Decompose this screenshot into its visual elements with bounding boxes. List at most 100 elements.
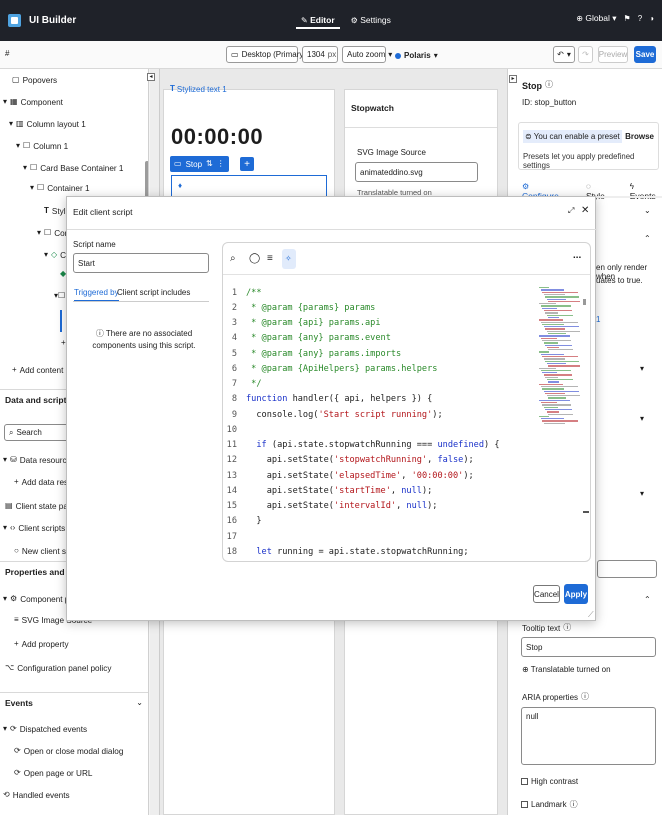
search-icon[interactable]: ⌕ xyxy=(230,254,236,264)
width-input[interactable]: 1304 px xyxy=(302,46,338,63)
search-input[interactable]: ⌕ Search xyxy=(4,424,74,441)
events-heading[interactable]: Events ⌄ xyxy=(0,692,148,712)
add-component-icon[interactable]: + xyxy=(240,157,254,171)
stylized-text-tag[interactable]: T Stylized text 1 xyxy=(170,85,227,95)
code-line[interactable]: 17 xyxy=(223,529,543,544)
selected-container[interactable]: ♦ xyxy=(171,175,327,197)
tree-item-column[interactable]: ▾ ☐ Column 1 xyxy=(16,139,68,153)
client-scripts-item[interactable]: ▾ ‹› Client scripts xyxy=(3,521,65,535)
preview-button[interactable]: Preview xyxy=(598,46,628,63)
collapse-panel-icon[interactable]: ▸ xyxy=(509,75,517,83)
code-line[interactable]: 5 * @param {any} params.imports xyxy=(223,346,543,361)
dropdown-arrow-icon[interactable]: ▾ xyxy=(640,490,644,498)
chevron-down-icon[interactable]: ⌄ xyxy=(644,207,651,215)
format-icon[interactable]: ≡ xyxy=(267,254,273,264)
line-number: 13 xyxy=(226,470,237,481)
add-property-button[interactable]: + Add property xyxy=(14,637,69,651)
tree-item-card-container[interactable]: ▾ ☐ Card Base Container 1 xyxy=(23,161,123,175)
code-line[interactable]: 3 * @param {api} params.api xyxy=(223,316,543,331)
handled-events-item[interactable]: ⟲ Handled events xyxy=(3,788,70,802)
tree-item-component[interactable]: ▾ ▦ Component xyxy=(3,95,63,109)
resize-handle-icon[interactable]: ⟋ xyxy=(588,611,594,619)
tree-item-container[interactable]: ▾ ☐ Container 1 xyxy=(30,181,90,195)
tab-triggered-by[interactable]: Triggered by xyxy=(74,288,119,301)
code-line[interactable]: 15 api.setState('intervalId', null); xyxy=(223,499,543,514)
expand-icon: ▾ xyxy=(3,724,8,733)
code-editor[interactable]: ⌕ ◯ ≡ ✧ ⋯ 1 /** 2 * @param {params} params… xyxy=(222,242,591,562)
info-icon[interactable]: ⓘ xyxy=(545,81,553,91)
dropdown-arrow-icon[interactable]: ▾ xyxy=(640,365,644,373)
save-button[interactable]: Save xyxy=(634,46,656,63)
preset-enable-link[interactable]: ⊜ You can enable a preset xyxy=(523,130,622,143)
tab-settings[interactable]: ⚙ Settings xyxy=(346,13,396,29)
info-icon: ⓘ xyxy=(95,329,104,338)
apply-button[interactable]: Apply xyxy=(564,584,588,604)
info-icon[interactable]: ⓘ xyxy=(581,693,589,702)
landmark-checkbox[interactable]: Landmark ⓘ xyxy=(521,800,578,809)
code-line[interactable]: 16 } xyxy=(223,514,543,529)
code-line[interactable]: 14 api.setState('startTime', null); xyxy=(223,483,543,498)
add-content-button[interactable]: + Add content xyxy=(12,363,63,377)
code-line[interactable]: 6 * @param {ApiHelpers} params.helpers xyxy=(223,361,543,376)
expand-icon[interactable]: ⤢ xyxy=(568,207,574,215)
tooltip-input[interactable]: Stop xyxy=(521,637,656,657)
tab-editor[interactable]: ✎ Editor xyxy=(296,13,340,29)
code-line[interactable]: 11 if (api.state.stopwatchRunning === un… xyxy=(223,438,543,453)
device-selector[interactable]: ▭ Desktop (Primary)* ▾ xyxy=(226,46,316,63)
browse-presets-button[interactable]: Browse xyxy=(625,132,654,141)
theme-selector[interactable]: Polaris ▾ xyxy=(395,51,438,60)
comment-icon[interactable]: ◯ xyxy=(249,254,260,264)
code-line[interactable]: 8 function handler({ api, helpers }) { xyxy=(223,392,543,407)
info-icon[interactable]: ⓘ xyxy=(570,800,578,809)
high-contrast-checkbox[interactable]: High contrast xyxy=(521,777,578,786)
script-name-input[interactable]: Start xyxy=(73,253,209,273)
tree-scrollbar[interactable] xyxy=(145,161,148,201)
chevron-up-icon[interactable]: ⌃ xyxy=(644,235,651,243)
collapse-panel-icon[interactable]: ◂ xyxy=(147,73,155,81)
tree-item-popovers[interactable]: ▢ Popovers xyxy=(12,73,57,87)
dispatched-events-item[interactable]: ▾ ⟳ Dispatched events xyxy=(3,722,87,736)
code-line[interactable]: 9 console.log('Start script running'); xyxy=(223,407,543,422)
info-icon[interactable]: ⓘ xyxy=(563,624,571,633)
svg-source-input[interactable]: animateddino.svg xyxy=(355,162,478,182)
tree-item-column-layout[interactable]: ▾ ▥ Column layout 1 xyxy=(9,117,86,131)
theme-toggle-icon[interactable]: ◑ xyxy=(649,14,654,23)
code-line[interactable]: 12 api.setState('stopwatchRunning', fals… xyxy=(223,453,543,468)
close-icon[interactable]: ✕ xyxy=(581,206,589,216)
code-text: api.setState('startTime', null); xyxy=(246,485,433,496)
tab-events[interactable]: ϟ Events xyxy=(630,181,662,202)
code-line[interactable]: 7 */ xyxy=(223,377,543,392)
stop-button-chip[interactable]: ▭ Stop ⇅ ⋮ xyxy=(170,156,229,172)
minimap-scroll-thumb[interactable] xyxy=(583,299,586,305)
open-page-event-item[interactable]: ⟳ Open page or URL xyxy=(14,766,92,780)
configuration-policy-item[interactable]: ⌥ Configuration panel policy xyxy=(5,661,111,675)
code-minimap[interactable] xyxy=(539,287,587,429)
code-line[interactable]: 1 /** xyxy=(223,285,543,300)
aria-properties-input[interactable]: null xyxy=(521,707,656,765)
hash-icon[interactable]: # xyxy=(5,50,9,58)
help-icon[interactable]: ? xyxy=(638,14,642,23)
more-icon[interactable]: ⋯ xyxy=(573,254,581,262)
undo-button[interactable]: ↶ ▾ xyxy=(553,46,575,63)
minimap-line xyxy=(545,328,565,330)
notification-icon[interactable]: ⚑ xyxy=(624,14,631,23)
code-line[interactable]: 18 let running = api.state.stopwatchRunn… xyxy=(223,544,543,559)
zoom-selector[interactable]: Auto zoom ▾ xyxy=(342,46,392,63)
cancel-button[interactable]: Cancel xyxy=(533,585,560,603)
dropdown-arrow-icon[interactable]: ▾ xyxy=(640,415,644,423)
scope-selector[interactable]: ⊕ Global ▾ xyxy=(576,13,616,24)
ai-assist-button[interactable]: ✧ xyxy=(282,249,296,269)
code-line[interactable]: 2 * @param {params} params xyxy=(223,300,543,315)
code-line[interactable]: 13 api.setState('elapsedTime', '00:00:00… xyxy=(223,468,543,483)
redo-button[interactable]: ↷ xyxy=(578,46,593,63)
tab-client-script-includes[interactable]: Client script includes xyxy=(117,288,190,297)
data-resources-item[interactable]: ▾ ⛁ Data resources xyxy=(3,453,75,467)
code-body[interactable]: 1/** 2 * @param {params} params 3 * @param… xyxy=(223,285,543,561)
open-modal-event-item[interactable]: ⟳ Open or close modal dialog xyxy=(14,744,123,758)
code-line[interactable]: 4 * @param {any} params.event xyxy=(223,331,543,346)
partial-input[interactable] xyxy=(597,560,657,578)
chevron-up-icon[interactable]: ⌃ xyxy=(644,596,651,604)
code-line[interactable]: 10 xyxy=(223,422,543,437)
state-icon: ▤ xyxy=(5,501,13,510)
add-icon[interactable]: + xyxy=(61,339,66,347)
